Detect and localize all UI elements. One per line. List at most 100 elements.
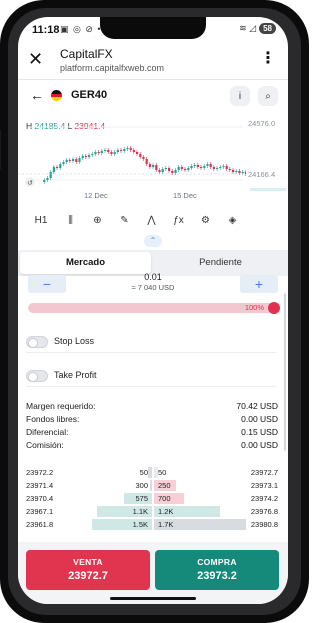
bid-price: 23961.8 (26, 520, 54, 529)
phone-frame: 11:18 ▣ ◎ ⊘ • ≋ ◿ 58 ✕ CapitalFX platfor… (0, 0, 309, 623)
candle-body (174, 170, 177, 173)
commission-label: Comisión: (26, 440, 64, 450)
pencil-icon[interactable]: ✎ (118, 215, 131, 226)
candle-body (193, 165, 196, 166)
candle-body (232, 170, 235, 172)
order-book-row: 23972.2 50 50 23972.7 (24, 466, 282, 479)
status-time: 11:18 (32, 24, 60, 36)
candle-body (184, 169, 187, 170)
candle-body (180, 167, 183, 169)
candle-body (94, 152, 97, 154)
candle-body (132, 150, 135, 152)
info-icon[interactable]: i (230, 86, 250, 106)
take-profit-toggle[interactable] (26, 370, 48, 382)
margin-label: Margen requerido: (26, 401, 96, 411)
candle-body (164, 168, 167, 169)
commission-value: 0.00 USD (241, 440, 278, 450)
ask-price: 23980.8 (250, 520, 278, 529)
leverage-slider[interactable]: 100% (28, 302, 280, 314)
candles-icon[interactable]: ⫼ (64, 215, 77, 226)
scrollbar[interactable] (284, 293, 286, 451)
ask-price: 23973.1 (250, 481, 278, 490)
close-icon[interactable]: ✕ (28, 50, 43, 68)
tab-market[interactable]: Mercado (20, 252, 151, 274)
order-book: 23972.2 50 50 23972.7 23971.4 300 250 23… (24, 466, 282, 531)
reset-glyph: ↺ (27, 179, 33, 187)
volume-stepper: − 0.01 ≈ 7 040 USD + (28, 272, 278, 295)
bid-price: 23970.4 (26, 494, 54, 503)
order-book-row: 23970.4 575 700 23974.2 (24, 492, 282, 505)
candle-body (136, 152, 139, 154)
indicator-icon[interactable]: ⋀ (145, 215, 158, 226)
timeframe-button[interactable]: H1 (32, 215, 50, 226)
chevron-collapse-icon[interactable]: ⌃ (144, 235, 162, 247)
candle-body (177, 167, 180, 170)
take-profit-row: Take Profit (26, 367, 276, 387)
candle-body (100, 151, 103, 153)
candle-body (104, 150, 107, 151)
sell-button[interactable]: VENTA 23972.7 (26, 550, 150, 590)
bid-qty: 50 (139, 468, 148, 477)
candle-body (225, 166, 228, 169)
home-indicator[interactable] (110, 597, 196, 600)
stop-loss-toggle[interactable] (26, 336, 48, 348)
crosshair-icon[interactable]: ⊕ (91, 215, 104, 226)
tab-pending[interactable]: Pendiente (155, 252, 286, 274)
free-funds-value: 0.00 USD (241, 414, 278, 424)
candle-body (56, 167, 59, 168)
candle-body (241, 172, 244, 173)
summary-row: Diferencial: 0.15 USD (26, 427, 278, 440)
date-tick-2: 15 Dec (173, 191, 197, 200)
bid-depth-bar (148, 467, 152, 478)
gear-icon[interactable]: ⚙ (199, 215, 212, 226)
candle-body (219, 167, 222, 168)
formula-icon[interactable]: ƒx (172, 215, 185, 226)
candle-body (158, 170, 161, 172)
candle-body (212, 167, 215, 169)
bid-qty: 1.1K (132, 507, 148, 516)
candle-body (62, 162, 65, 164)
candle-body (148, 164, 151, 167)
buy-label: COMPRA (197, 557, 237, 567)
order-book-row: 23961.8 1.5K 1.7K 23980.8 (24, 518, 282, 531)
leverage-percent: 100% (244, 303, 264, 312)
search-icon[interactable]: ⌕ (258, 86, 278, 106)
order-book-row: 23971.4 300 250 23973.1 (24, 479, 282, 492)
sell-label: VENTA (73, 557, 103, 567)
candle-body (129, 148, 132, 150)
ask-qty: 250 (158, 481, 171, 490)
layers-icon[interactable]: ◈ (226, 215, 239, 226)
volume-usd-value: ≈ 7 040 USD (131, 283, 175, 292)
candle-body (84, 156, 87, 157)
summary-row: Fondos libres: 0.00 USD (26, 414, 278, 427)
sell-price: 23972.7 (68, 570, 108, 582)
candle-body (142, 157, 145, 159)
take-profit-label: Take Profit (54, 370, 97, 380)
back-arrow-icon[interactable]: ← (30, 87, 44, 103)
spread-value: 0.15 USD (241, 427, 278, 437)
order-summary: Margen requerido: 70.42 USD Fondos libre… (26, 401, 278, 453)
candle-group (43, 146, 247, 184)
increase-button[interactable]: + (240, 275, 278, 293)
price-chart[interactable]: H 24185.4 L 23941.4 24576.0 24166.4 12 D… (18, 112, 288, 202)
ask-price: 23974.2 (250, 494, 278, 503)
battery-icon: 58 (259, 23, 276, 34)
price-tick-top: 24576.0 (248, 119, 275, 128)
candle-body (187, 168, 190, 170)
margin-value: 70.42 USD (236, 401, 278, 411)
order-book-row: 23967.1 1.1K 1.2K 23976.8 (24, 505, 282, 518)
slider-handle[interactable] (268, 302, 280, 314)
volume-value[interactable]: 0.01 (118, 272, 188, 282)
candle-body (196, 165, 199, 167)
candle-body (209, 164, 212, 167)
candle-body (59, 164, 62, 168)
buy-button[interactable]: COMPRA 23973.2 (155, 550, 279, 590)
decrease-button[interactable]: − (28, 275, 66, 293)
candle-body (152, 165, 155, 167)
site-url: platform.capitalfxweb.com (60, 63, 165, 73)
screen: 11:18 ▣ ◎ ⊘ • ≋ ◿ 58 ✕ CapitalFX platfor… (18, 17, 288, 604)
candle-body (139, 154, 142, 157)
browser-bar: ✕ CapitalFX platform.capitalfxweb.com ⋮ (18, 42, 288, 80)
more-menu-icon[interactable]: ⋮ (260, 48, 276, 68)
bid-price: 23972.2 (26, 468, 54, 477)
